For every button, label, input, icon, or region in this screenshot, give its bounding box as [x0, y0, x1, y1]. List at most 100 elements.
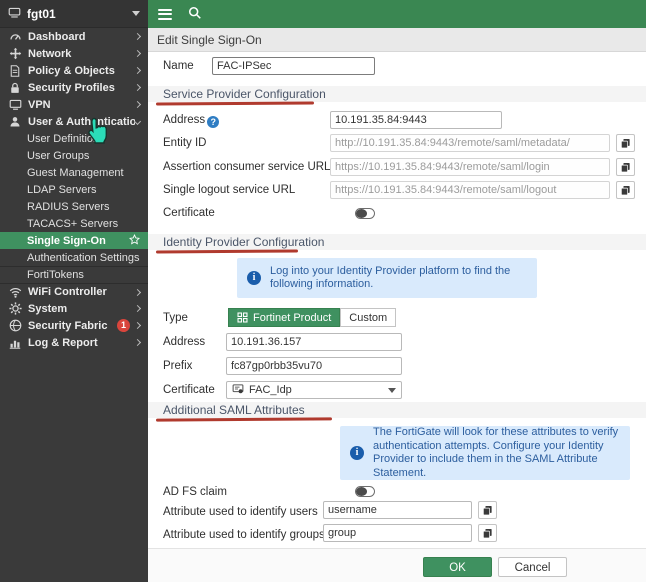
monitor-icon: [8, 98, 22, 112]
chevron-down-icon: [134, 118, 141, 125]
idp-certificate-label: Certificate: [163, 381, 215, 399]
copy-button[interactable]: [616, 158, 635, 176]
sidebar-item-wifi-controller[interactable]: WiFi Controller: [0, 283, 148, 300]
device-caret-icon: [132, 11, 140, 16]
sidebar-item-user-definition[interactable]: User Definition: [0, 130, 148, 147]
copy-button[interactable]: [478, 524, 497, 542]
breadcrumb: Edit Single Sign-On: [148, 28, 646, 52]
idp-prefix-input[interactable]: [226, 357, 402, 375]
notification-badge: 1: [117, 319, 130, 332]
name-label: Name: [163, 57, 194, 75]
sp-red-underline-annotation: [156, 101, 314, 105]
chevron-right-icon: [134, 101, 141, 108]
name-input[interactable]: [212, 57, 375, 75]
attrs-section-title: Additional SAML Attributes: [163, 403, 305, 417]
copy-button[interactable]: [616, 181, 635, 199]
sp-certificate-toggle[interactable]: [355, 208, 375, 219]
gear-icon: [8, 302, 22, 316]
sidebar-item-radius-servers[interactable]: RADIUS Servers: [0, 198, 148, 215]
sidebar-item-authentication-settings[interactable]: Authentication Settings: [0, 249, 148, 266]
entity-id-label: Entity ID: [163, 134, 206, 152]
sp-address-label: Address?: [163, 111, 219, 129]
slo-url-input[interactable]: [330, 181, 610, 199]
network-icon: [8, 47, 22, 61]
sp-section-title: Service Provider Configuration: [163, 87, 326, 101]
cancel-button[interactable]: Cancel: [498, 557, 567, 577]
sidebar-item-policy-objects[interactable]: Policy & Objects: [0, 62, 148, 79]
type-custom-button[interactable]: Custom: [340, 308, 396, 327]
copy-button[interactable]: [616, 134, 635, 152]
copy-button[interactable]: [478, 501, 497, 519]
adfs-claim-label: AD FS claim: [163, 483, 227, 501]
idp-address-label: Address: [163, 333, 205, 351]
chart-icon: [8, 336, 22, 350]
idp-section-header[interactable]: Identity Provider Configuration: [148, 234, 646, 250]
info-icon: i: [247, 271, 261, 285]
idp-section-title: Identity Provider Configuration: [163, 235, 324, 249]
user-attr-input[interactable]: [323, 501, 472, 519]
adfs-claim-toggle[interactable]: [355, 486, 375, 497]
wifi-icon: [8, 285, 22, 299]
globe-icon: [8, 319, 22, 333]
idp-type-label: Type: [163, 309, 188, 327]
user-icon: [8, 115, 22, 129]
acs-url-input[interactable]: [330, 158, 610, 176]
attrs-info-text: The FortiGate will look for these attrib…: [373, 426, 620, 480]
star-icon[interactable]: [129, 234, 140, 248]
group-attr-input[interactable]: [323, 524, 472, 542]
gauge-icon: [8, 30, 22, 44]
policy-icon: [8, 64, 22, 78]
attrs-red-underline-annotation: [156, 417, 332, 421]
chevron-right-icon: [134, 84, 141, 91]
chevron-right-icon: [134, 67, 141, 74]
chevron-right-icon: [134, 50, 141, 57]
device-icon: [8, 6, 21, 22]
idp-address-input[interactable]: [226, 333, 402, 351]
lock-icon: [8, 81, 22, 95]
sidebar-item-tacacs-servers[interactable]: TACACS+ Servers: [0, 215, 148, 232]
top-bar: [148, 0, 646, 28]
menu-icon[interactable]: [158, 9, 172, 20]
sidebar-item-system[interactable]: System: [0, 300, 148, 317]
idp-red-underline-annotation: [156, 250, 298, 254]
group-attr-label: Attribute used to identify groups: [163, 526, 325, 544]
attrs-section-header[interactable]: Additional SAML Attributes: [148, 402, 646, 418]
slo-url-label: Single logout service URL: [163, 181, 295, 199]
chevron-right-icon: [134, 305, 141, 312]
help-icon[interactable]: ?: [207, 116, 219, 128]
sidebar: fgt01 Dashboard Network Policy & Objects…: [0, 0, 148, 582]
sidebar-item-network[interactable]: Network: [0, 45, 148, 62]
idp-info-box: i Log into your Identity Provider platfo…: [237, 258, 537, 298]
ok-button[interactable]: OK: [423, 557, 492, 577]
sp-address-input[interactable]: [330, 111, 502, 129]
idp-info-text: Log into your Identity Provider platform…: [270, 265, 527, 292]
sp-section-header[interactable]: Service Provider Configuration: [148, 86, 646, 102]
acs-url-label: Assertion consumer service URL: [163, 158, 330, 176]
entity-id-input[interactable]: [330, 134, 610, 152]
sidebar-item-security-profiles[interactable]: Security Profiles: [0, 79, 148, 96]
sidebar-item-security-fabric[interactable]: Security Fabric 1: [0, 317, 148, 334]
search-icon[interactable]: [188, 6, 202, 23]
user-attr-label: Attribute used to identify users: [163, 503, 318, 521]
sidebar-item-vpn[interactable]: VPN: [0, 96, 148, 113]
device-hostname: fgt01: [27, 7, 132, 21]
chevron-right-icon: [134, 33, 141, 40]
sp-certificate-label: Certificate: [163, 204, 215, 222]
sidebar-item-user-groups[interactable]: User Groups: [0, 147, 148, 164]
chevron-right-icon: [134, 288, 141, 295]
sidebar-item-user-authentication[interactable]: User & Authentication: [0, 113, 148, 130]
attrs-info-box: i The FortiGate will look for these attr…: [340, 426, 630, 480]
chevron-right-icon: [134, 322, 141, 329]
edit-sso-form: Name Service Provider Configuration Addr…: [148, 52, 646, 582]
sidebar-item-ldap-servers[interactable]: LDAP Servers: [0, 181, 148, 198]
sidebar-item-guest-management[interactable]: Guest Management: [0, 164, 148, 181]
certificate-icon: [232, 383, 244, 398]
type-fortinet-product-button[interactable]: Fortinet Product: [228, 308, 340, 327]
chevron-right-icon: [134, 339, 141, 346]
device-selector[interactable]: fgt01: [0, 0, 148, 28]
sidebar-item-single-sign-on[interactable]: Single Sign-On: [0, 232, 148, 249]
idp-certificate-dropdown[interactable]: FAC_Idp: [226, 381, 402, 399]
sidebar-item-fortitokens[interactable]: FortiTokens: [0, 266, 148, 283]
sidebar-item-log-report[interactable]: Log & Report: [0, 334, 148, 351]
sidebar-item-dashboard[interactable]: Dashboard: [0, 28, 148, 45]
